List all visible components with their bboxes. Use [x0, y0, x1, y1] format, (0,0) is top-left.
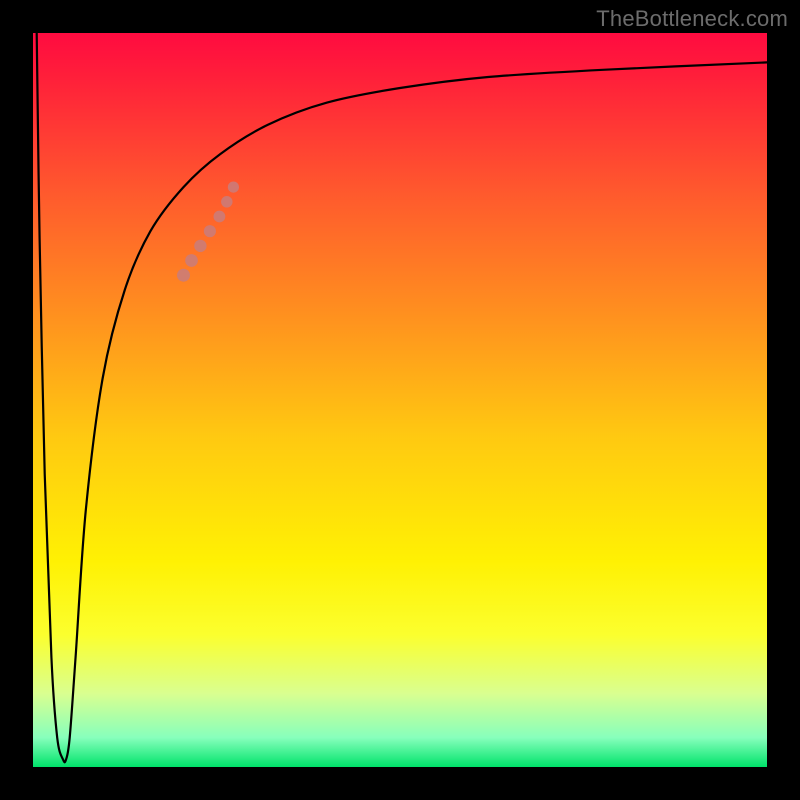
curve-layer	[33, 33, 767, 767]
highlight-segment	[177, 182, 239, 282]
chart-frame: TheBottleneck.com	[0, 0, 800, 800]
highlight-dot	[204, 225, 216, 237]
bottleneck-curve	[37, 33, 767, 762]
highlight-dot	[214, 211, 226, 223]
highlight-dot	[221, 196, 233, 208]
attribution-text: TheBottleneck.com	[596, 6, 788, 32]
highlight-dot	[194, 240, 206, 252]
highlight-dot	[185, 254, 198, 267]
highlight-dot	[177, 269, 190, 282]
plot-area	[33, 33, 767, 767]
highlight-dot	[228, 182, 239, 193]
